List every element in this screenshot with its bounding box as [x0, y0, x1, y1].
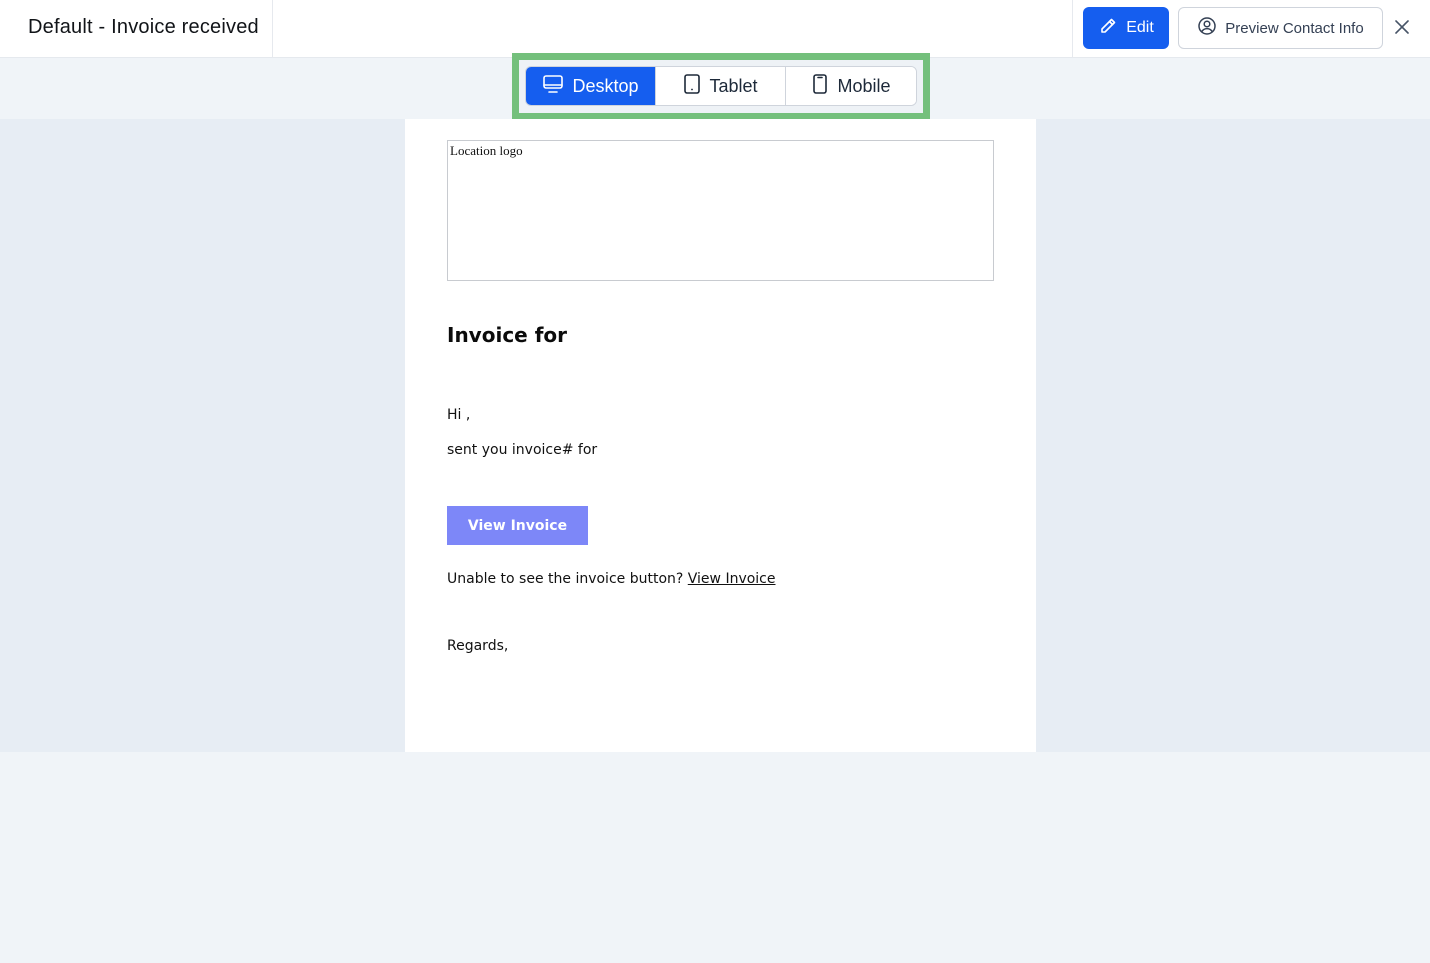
close-icon: [1394, 19, 1410, 38]
monitor-icon: [542, 74, 564, 99]
edit-button[interactable]: Edit: [1083, 7, 1169, 49]
preview-contact-info-button[interactable]: Preview Contact Info: [1178, 7, 1383, 49]
signoff-text: Regards,: [447, 638, 509, 654]
top-bar: Default - Invoice received Edit Preview …: [0, 0, 1430, 58]
desktop-label: Desktop: [572, 75, 639, 96]
divider: [272, 0, 273, 58]
fallback-line: Unable to see the invoice button? View I…: [447, 571, 776, 587]
mobile-label: Mobile: [837, 75, 891, 96]
page-title: Default - Invoice received: [28, 16, 259, 38]
logo-alt-text: Location logo: [450, 143, 523, 158]
close-button[interactable]: [1390, 16, 1414, 40]
user-circle-icon: [1197, 16, 1217, 40]
body-text: sent you invoice# for: [447, 442, 598, 458]
preview-label: Preview Contact Info: [1225, 19, 1364, 37]
fallback-text: Unable to see the invoice button?: [447, 571, 684, 587]
device-switcher: Desktop Tablet Mobile: [525, 66, 917, 106]
email-preview: Location logo Invoice for Hi , sent you …: [405, 119, 1036, 752]
tablet-icon: [683, 73, 701, 100]
divider: [1072, 0, 1073, 58]
edit-label: Edit: [1126, 19, 1154, 36]
tablet-view-button[interactable]: Tablet: [656, 67, 786, 105]
email-heading: Invoice for: [447, 323, 567, 347]
mobile-icon: [811, 73, 829, 100]
mobile-view-button[interactable]: Mobile: [786, 67, 916, 105]
desktop-view-button[interactable]: Desktop: [526, 67, 656, 105]
pencil-icon: [1098, 16, 1118, 41]
view-invoice-link[interactable]: View Invoice: [688, 571, 776, 587]
greeting-text: Hi ,: [447, 407, 471, 423]
location-logo: Location logo: [447, 140, 994, 281]
view-invoice-button[interactable]: View Invoice: [447, 506, 588, 545]
tablet-label: Tablet: [709, 75, 758, 96]
